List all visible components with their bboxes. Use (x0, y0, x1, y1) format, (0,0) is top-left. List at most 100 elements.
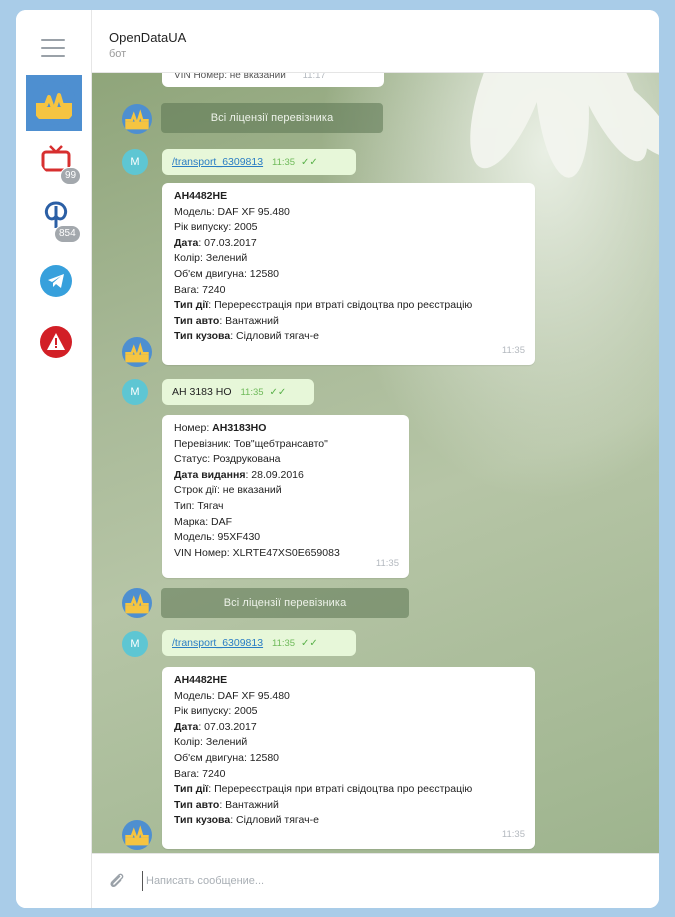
bot-logo-icon (125, 825, 149, 846)
info-value: Перевізник: Тов"щебтрансавто" (174, 437, 328, 450)
message-text: АН 3183 НО (172, 386, 232, 398)
info-line: Вага: 7240 (174, 767, 523, 783)
message-time: 11:35 (272, 157, 296, 168)
command-link[interactable]: /transport_6309813 (172, 637, 263, 649)
info-line: Тип авто: Вантажний (174, 798, 523, 814)
info-label: Тип дії (174, 783, 209, 796)
chat-item-opendataua[interactable] (26, 75, 82, 131)
info-value: Вага: 7240 (174, 767, 226, 780)
info-line: Колір: Зелений (174, 251, 523, 267)
attach-paperclip-icon[interactable] (107, 871, 127, 891)
chat-item-telegram[interactable] (40, 265, 72, 297)
menu-icon[interactable] (39, 38, 67, 58)
user-avatar: M (122, 149, 148, 175)
info-line: Рік випуску: 2005 (174, 704, 523, 720)
info-value: Номер: (174, 422, 213, 434)
info-line: Перевізник: Тов"щебтрансавто" (174, 437, 397, 453)
info-label: Тип авто (174, 798, 220, 811)
info-line: Строк дії: не вказаний (174, 483, 397, 499)
info-value: Колір: Зелений (174, 252, 248, 265)
info-value: : 07.03.2017 (198, 236, 257, 249)
all-carrier-licenses-button[interactable]: Всі ліцензії перевізника (161, 103, 383, 133)
card3-lines: АН4482НЕ Модель: DAF XF 95.480 Рік випуску… (174, 673, 523, 829)
bot-avatar[interactable] (122, 820, 152, 850)
info-value: : Вантажний (219, 798, 279, 811)
command-link[interactable]: /transport_6309813 (172, 156, 263, 168)
info-value: : Сідловий тягач-е (230, 330, 319, 343)
info-value: : Перереєстрація при втраті свідоцтва пр… (208, 783, 473, 796)
info-line: АН4482НЕ (174, 673, 523, 689)
info-line: Тип авто: Вантажний (174, 314, 523, 330)
info-line: Тип кузова: Сідловий тягач-е (174, 813, 523, 829)
snippet-text: VIN Номер: не вказаний (174, 73, 286, 81)
info-line: Статус: Роздрукована (174, 452, 397, 468)
app-window: 99 854 OpenDataUA бот VIN Номер: не вказ… (16, 10, 659, 908)
chat-item-alert[interactable] (40, 326, 72, 358)
message-time: 11:35 (501, 829, 525, 841)
info-value: Статус: Роздрукована (174, 453, 281, 466)
outgoing-message[interactable]: /transport_6309813 11:35 ✓✓ (162, 149, 356, 175)
message-list[interactable]: VIN Номер: не вказаний 11:17 Всі ліцензі… (92, 73, 659, 853)
info-label: Дата (174, 236, 199, 249)
info-value: : Вантажний (219, 314, 279, 327)
read-check-icon: ✓✓ (301, 638, 318, 649)
bot-avatar[interactable] (122, 337, 152, 367)
info-line: Марка: DAF (174, 515, 397, 531)
outgoing-message[interactable]: АН 3183 НО 11:35 ✓✓ (162, 379, 314, 405)
alert-icon (47, 333, 65, 350)
info-value: Марка: DAF (174, 515, 233, 528)
info-label: АН4482НЕ (174, 674, 228, 686)
read-check-icon: ✓✓ (269, 387, 287, 398)
chat-subtitle: бот (109, 48, 127, 60)
message-time: 11:35 (240, 387, 264, 398)
chat-header[interactable]: OpenDataUA бот (92, 10, 659, 73)
info-label: АН4482НЕ (174, 190, 228, 202)
info-label: Тип дії (174, 299, 209, 312)
info-value: Вага: 7240 (174, 283, 226, 296)
vehicle-info-message[interactable]: АН4482НЕ Модель: DAF XF 95.480 Рік випуску… (162, 183, 535, 365)
info-line: Дата видання: 28.09.2016 (174, 468, 397, 484)
info-value: Рік випуску: 2005 (174, 705, 258, 718)
info-line: Дата: 07.03.2017 (174, 720, 523, 736)
info-line: Номер: АН3183НО (174, 421, 397, 437)
card1-lines: АН4482НЕ Модель: DAF XF 95.480 Рік випуску… (174, 189, 523, 345)
info-label: Тип кузова (174, 330, 231, 343)
info-line: Тип кузова: Сідловий тягач-е (174, 329, 523, 345)
info-line: Об'єм двигуна: 12580 (174, 267, 523, 283)
user-avatar: M (122, 379, 148, 405)
info-line: Рік випуску: 2005 (174, 220, 523, 236)
message-time: 11:35 (272, 638, 296, 649)
info-line: Модель: DAF XF 95.480 (174, 205, 523, 221)
bot-logo-icon (125, 342, 149, 363)
license-info-message[interactable]: Номер: АН3183НО Перевізник: Тов"щебтранса… (162, 415, 409, 578)
info-line: АН4482НЕ (174, 189, 523, 205)
info-line: Тип дії: Перереєстрація при втраті свідо… (174, 298, 523, 314)
info-value: : 28.09.2016 (245, 468, 304, 481)
info-value: VIN Номер: XLRTE47XS0E659083 (174, 546, 340, 559)
user-avatar: M (122, 631, 148, 657)
bot-avatar[interactable] (122, 588, 152, 618)
info-value: : Перереєстрація при втраті свідоцтва пр… (208, 299, 473, 312)
bot-logo-icon (125, 593, 149, 614)
info-value: Тип: Тягач (174, 499, 224, 512)
info-label: Тип кузова (174, 814, 231, 827)
info-value: Рік випуску: 2005 (174, 221, 258, 234)
info-value: Строк дії: не вказаний (174, 484, 282, 497)
info-value: Колір: Зелений (174, 736, 248, 749)
unread-badge: 99 (60, 167, 82, 185)
all-carrier-licenses-button[interactable]: Всі ліцензії перевізника (161, 588, 409, 618)
message-time: 11:35 (375, 558, 399, 570)
info-label: Дата видання (174, 468, 246, 481)
outgoing-message[interactable]: /transport_6309813 11:35 ✓✓ (162, 630, 356, 656)
bot-avatar[interactable] (122, 104, 152, 134)
previous-message-snippet: VIN Номер: не вказаний 11:17 (162, 73, 384, 87)
message-input[interactable] (142, 871, 562, 891)
info-line: Модель: 95XF430 (174, 530, 397, 546)
snippet-time: 11:17 (302, 73, 326, 81)
info-value: : 07.03.2017 (198, 720, 257, 733)
chat-list-rail: 99 854 (16, 10, 92, 908)
vehicle-info-message[interactable]: АН4482НЕ Модель: DAF XF 95.480 Рік випуску… (162, 667, 535, 849)
card2-lines: Номер: АН3183НО Перевізник: Тов"щебтранса… (174, 421, 397, 561)
info-value: : Сідловий тягач-е (230, 814, 319, 827)
info-value: Модель: 95XF430 (174, 531, 261, 544)
